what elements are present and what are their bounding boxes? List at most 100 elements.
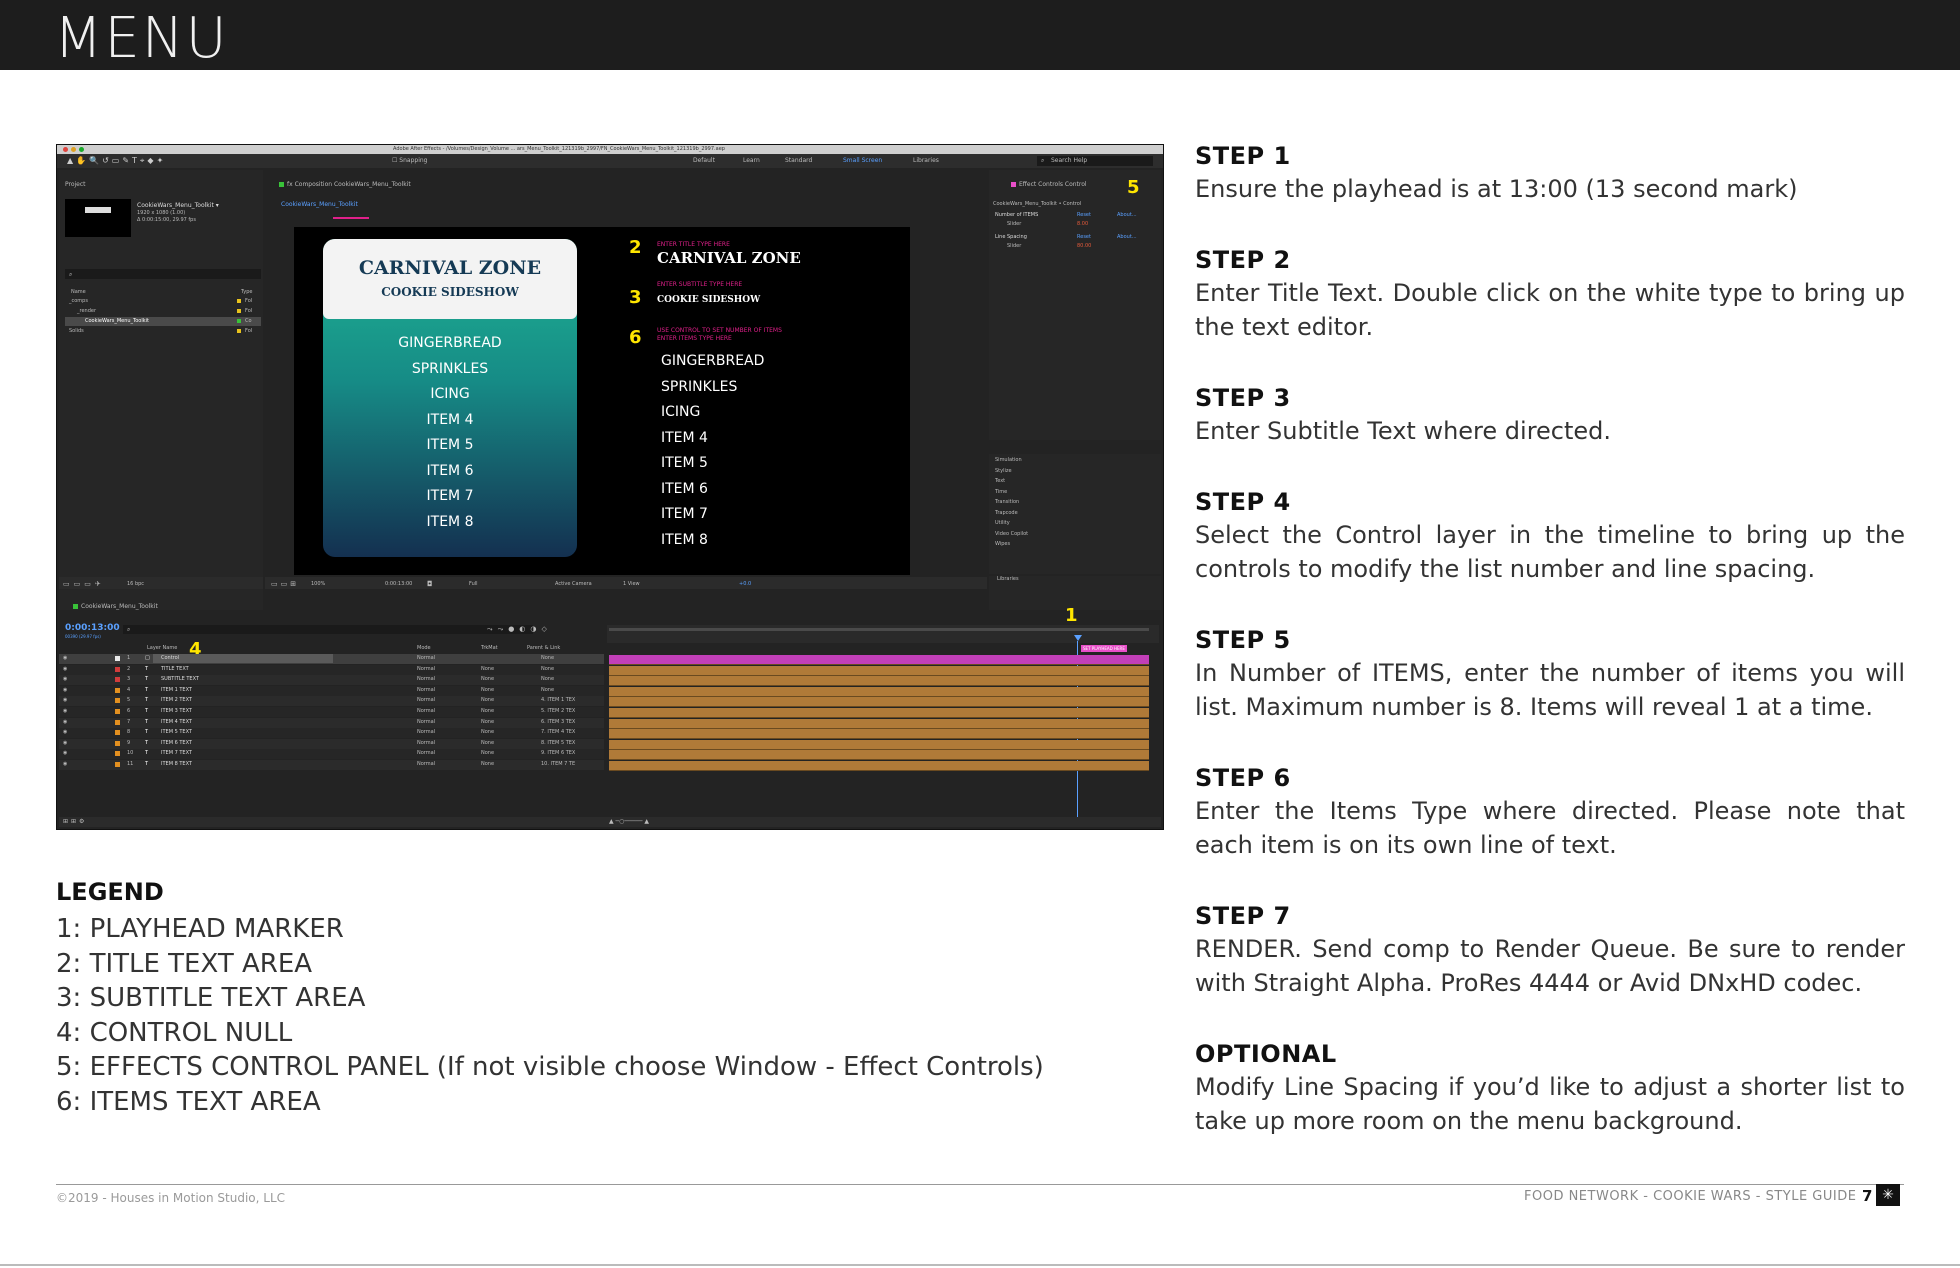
comp-exposure[interactable]: +0.0	[739, 582, 751, 587]
comp-zoom[interactable]: 100%	[311, 582, 325, 587]
visibility-eye-icon[interactable]: ◉	[63, 751, 67, 756]
workspace-default[interactable]: Default	[693, 158, 715, 164]
visibility-eye-icon[interactable]: ◉	[63, 730, 67, 735]
layer-parent[interactable]: 7. ITEM 4 TEX	[541, 730, 575, 735]
layer-mode[interactable]: Normal	[417, 666, 435, 672]
layer-trkmat[interactable]: None	[481, 666, 494, 672]
layer-parent[interactable]: 5. ITEM 2 TEX	[541, 709, 575, 714]
layer-trkmat[interactable]: None	[481, 698, 494, 703]
layer-duration-bar[interactable]	[609, 708, 1149, 718]
layer-parent[interactable]: None	[541, 687, 554, 693]
maximize-window-button[interactable]	[79, 147, 84, 152]
layer-parent[interactable]: 6. ITEM 3 TEX	[541, 719, 575, 725]
comp-timecode[interactable]: 0:00:13:00	[385, 582, 412, 587]
minimize-window-button[interactable]	[71, 147, 76, 152]
effects-category[interactable]: Text	[995, 479, 1005, 484]
effects-category[interactable]: Video Copilot	[995, 531, 1028, 537]
libraries-tab[interactable]: Libraries	[997, 577, 1019, 582]
layer-trkmat[interactable]: None	[481, 762, 494, 767]
effects-category[interactable]: Trapcode	[995, 510, 1018, 516]
visibility-eye-icon[interactable]: ◉	[63, 656, 67, 661]
items-text-area-line[interactable]: ITEM 5	[661, 455, 708, 471]
layer-duration-bar[interactable]	[609, 655, 1149, 665]
timeline-layer-row[interactable]	[59, 738, 604, 749]
layer-duration-bar[interactable]	[609, 676, 1149, 687]
layer-parent[interactable]: 8. ITEM 5 TEX	[541, 740, 575, 746]
bpc-label[interactable]: 16 bpc	[127, 582, 144, 587]
visibility-eye-icon[interactable]: ◉	[63, 740, 67, 746]
project-tree-item[interactable]: Solids	[69, 329, 84, 334]
effect-reset-link[interactable]: Reset	[1077, 235, 1091, 240]
visibility-eye-icon[interactable]: ◉	[63, 666, 67, 672]
timeline-layer-row[interactable]	[59, 707, 604, 717]
comp-footer-icons[interactable]: ▭▭⊞	[271, 581, 299, 588]
effect-name-1[interactable]: Number of ITEMS	[995, 213, 1038, 218]
timeline-layer-row[interactable]	[59, 664, 604, 675]
title-text-area[interactable]: CARNIVAL ZONE	[657, 249, 801, 267]
camera-snapshot-icon[interactable]: ◘	[427, 581, 433, 588]
workspace-libraries[interactable]: Libraries	[913, 158, 939, 164]
effects-category[interactable]: Wipes	[995, 542, 1010, 547]
layer-name[interactable]: Control	[161, 656, 179, 661]
timeline-layer-row[interactable]	[59, 696, 604, 707]
layer-name[interactable]: ITEM 7 TEXT	[161, 751, 192, 756]
timeline-tab[interactable]: CookieWars_Menu_Toolkit	[81, 604, 158, 610]
work-area-bar[interactable]	[609, 628, 1149, 631]
layer-name[interactable]: SUBTITLE TEXT	[161, 677, 199, 682]
layer-duration-bar[interactable]	[609, 697, 1149, 708]
comp-camera[interactable]: Active Camera	[555, 582, 592, 587]
layer-trkmat[interactable]: None	[481, 687, 494, 693]
timeline-search-input[interactable]	[123, 625, 533, 634]
layer-mode[interactable]: Normal	[417, 709, 435, 714]
visibility-eye-icon[interactable]: ◉	[63, 719, 67, 725]
effect-param-value[interactable]: 80.00	[1077, 244, 1091, 249]
col-parent[interactable]: Parent & Link	[527, 646, 560, 651]
layer-parent[interactable]: 9. ITEM 6 TEX	[541, 751, 575, 756]
project-footer-icons[interactable]: ▭▭▭✈	[63, 581, 105, 588]
project-tree-item[interactable]: _comps	[69, 299, 88, 304]
effects-category[interactable]: Utility	[995, 521, 1010, 526]
layer-mode[interactable]: Normal	[417, 687, 435, 693]
layer-mode[interactable]: Normal	[417, 698, 435, 703]
layer-parent[interactable]: None	[541, 656, 554, 661]
effect-param-value[interactable]: 8.00	[1077, 222, 1088, 227]
zoom-slider[interactable]: ▲ ─○───── ▲	[609, 819, 649, 825]
col-mode[interactable]: Mode	[417, 646, 431, 651]
layer-name[interactable]: ITEM 4 TEXT	[161, 719, 192, 725]
layer-parent[interactable]: 10. ITEM 7 TE	[541, 762, 575, 767]
layer-name[interactable]: TITLE TEXT	[161, 666, 189, 672]
layer-duration-bar[interactable]	[609, 665, 1149, 676]
visibility-eye-icon[interactable]: ◉	[63, 687, 67, 693]
layer-trkmat[interactable]: None	[481, 730, 494, 735]
layer-mode[interactable]: Normal	[417, 656, 435, 661]
layer-mode[interactable]: Normal	[417, 740, 435, 746]
effects-category[interactable]: Transition	[995, 500, 1019, 505]
layer-name[interactable]: ITEM 6 TEXT	[161, 740, 192, 746]
tool-icons[interactable]: ▲✋🔍↺▭✎T⌖◆✦	[67, 157, 166, 165]
visibility-eye-icon[interactable]: ◉	[63, 709, 67, 714]
snapping-toggle[interactable]: ☐ Snapping	[392, 158, 427, 164]
items-text-area-line[interactable]: GINGERBREAD	[661, 353, 764, 369]
layer-duration-bar[interactable]	[609, 729, 1149, 740]
layer-name[interactable]: ITEM 1 TEXT	[161, 687, 192, 693]
close-window-button[interactable]	[63, 147, 68, 152]
items-text-area-line[interactable]: SPRINKLES	[661, 379, 737, 395]
project-col-type[interactable]: Type	[241, 290, 252, 295]
effect-controls-tab[interactable]: Effect Controls Control	[1019, 182, 1087, 188]
effect-reset-link[interactable]: Reset	[1077, 213, 1091, 218]
comp-view[interactable]: 1 View	[623, 582, 640, 587]
layer-duration-bar[interactable]	[609, 686, 1149, 697]
layer-duration-bar[interactable]	[609, 761, 1149, 771]
workspace-learn[interactable]: Learn	[743, 158, 760, 164]
layer-parent[interactable]: None	[541, 666, 554, 672]
col-trkmat[interactable]: TrkMat	[481, 646, 498, 651]
layer-parent[interactable]: 4. ITEM 1 TEX	[541, 698, 575, 703]
layer-mode[interactable]: Normal	[417, 677, 435, 682]
playhead-handle[interactable]	[1074, 635, 1082, 641]
items-text-area-line[interactable]: ICING	[661, 404, 700, 420]
layer-name[interactable]: ITEM 5 TEXT	[161, 730, 192, 735]
layer-duration-bar[interactable]	[609, 750, 1149, 761]
composition-tab-prefix[interactable]: fx Composition CookieWars_Menu_Toolkit	[287, 182, 411, 188]
layer-parent[interactable]: None	[541, 677, 554, 682]
layer-trkmat[interactable]: None	[481, 751, 494, 756]
